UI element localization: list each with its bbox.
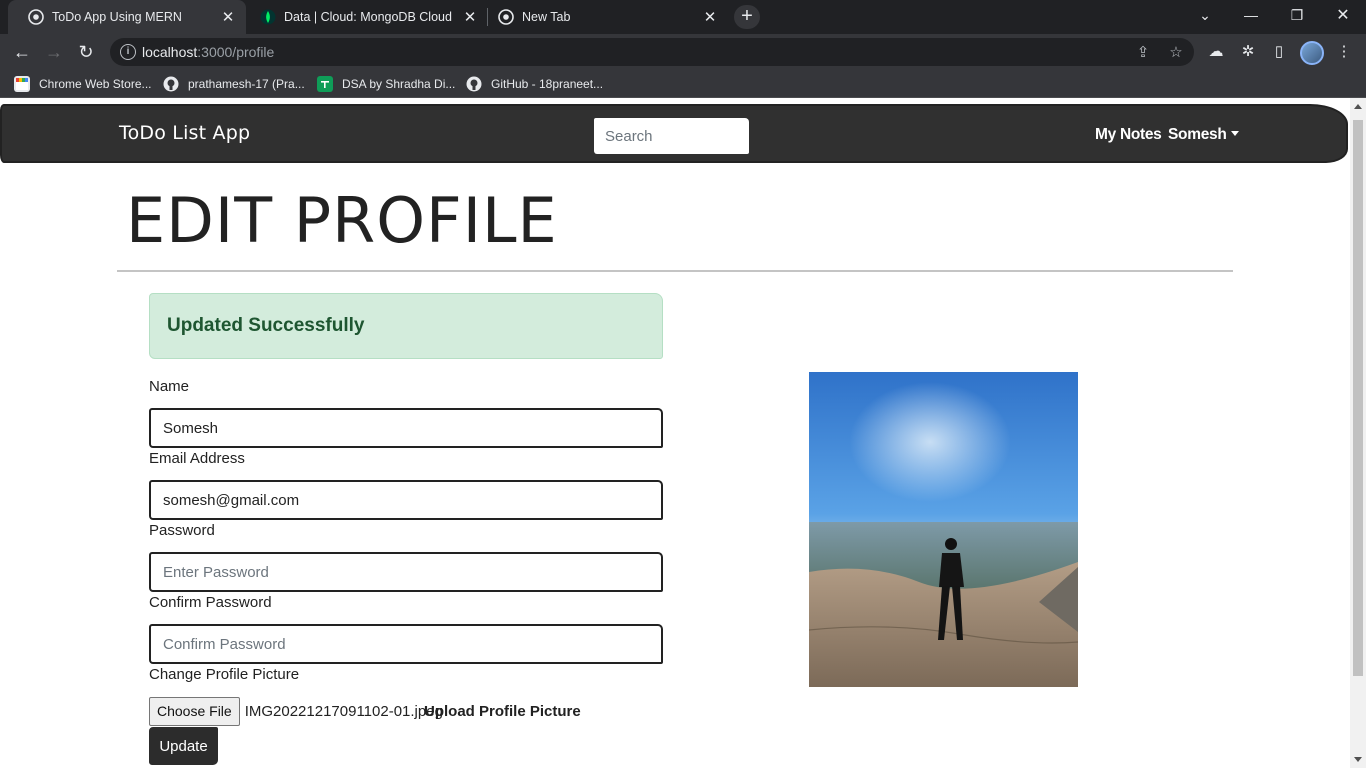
password-label: Password [149,522,215,539]
profile-picture [809,372,1078,687]
browser-tabstrip: ToDo App Using MERN ✕ Data | Cloud: Mong… [0,0,1366,34]
file-input: Choose File IMG20221217091102-01.jpeg [149,696,443,726]
close-icon[interactable]: ✕ [702,9,718,26]
success-alert: Updated Successfully [149,293,663,359]
user-menu-dropdown[interactable]: Somesh [1168,126,1239,144]
nav-my-notes[interactable]: My Notes [1095,126,1162,144]
alert-text: Updated Successfully [167,315,365,336]
page-scrollbar[interactable] [1350,98,1366,768]
menu-kebab-icon[interactable]: ⋮ [1334,42,1354,62]
reload-button[interactable]: ↻ [72,38,100,66]
password-input[interactable] [149,552,663,592]
close-icon[interactable]: ✕ [220,9,236,26]
side-panel-icon[interactable]: ▯ [1269,42,1289,62]
tab-title: Data | Cloud: MongoDB Cloud [284,10,452,24]
confirm-password-input[interactable] [149,624,663,664]
upload-profile-picture-label: Upload Profile Picture [424,703,581,720]
page-viewport: ToDo List App My Notes Somesh EDIT PROFI… [0,98,1350,768]
sheets-icon [317,76,333,92]
chrome-icon [498,9,514,25]
forward-button[interactable]: → [40,38,68,66]
minimize-button[interactable]: — [1228,0,1274,30]
email-input[interactable] [149,480,663,520]
profile-picture-label: Change Profile Picture [149,666,300,683]
update-button[interactable]: Update [149,727,218,765]
address-bar[interactable]: i localhost:3000/profile ⇪ ☆ [110,38,1194,66]
tab-title: New Tab [522,10,571,24]
extension-cloud-icon[interactable]: ☁ [1206,42,1226,62]
page-title: EDIT PROFILE [126,184,558,257]
confirm-password-label: Confirm Password [149,594,272,611]
scroll-up-arrow-icon[interactable] [1354,104,1362,109]
scrollbar-thumb[interactable] [1353,120,1363,676]
search-input[interactable] [594,118,749,154]
bookmark-star-icon[interactable]: ☆ [1167,44,1185,62]
bookmark-item[interactable]: GitHub - 18praneet... [466,75,603,93]
github-icon [466,76,482,92]
tab-todo-app[interactable]: ToDo App Using MERN ✕ [8,0,246,34]
tab-title: ToDo App Using MERN [52,10,182,24]
mongodb-leaf-icon [260,9,276,25]
url-text: localhost:3000/profile [142,44,275,60]
bookmark-item[interactable]: prathamesh-17 (Pra... [163,75,305,93]
profile-avatar[interactable] [1300,41,1324,65]
share-icon[interactable]: ⇪ [1134,44,1152,62]
close-window-button[interactable]: ✕ [1320,0,1366,30]
name-label: Name [149,378,190,395]
bookmarks-bar: Chrome Web Store... prathamesh-17 (Pra..… [0,70,1366,98]
chevron-down-icon [1230,131,1239,136]
chrome-web-store-icon [14,76,30,92]
navbar-brand[interactable]: ToDo List App [119,122,250,144]
bookmark-item[interactable]: Chrome Web Store... [14,75,152,93]
user-menu-label: Somesh [1168,126,1227,143]
site-info-icon[interactable]: i [120,44,136,60]
extensions-puzzle-icon[interactable]: ✲ [1238,42,1258,62]
bookmark-label: GitHub - 18praneet... [491,77,604,91]
email-label: Email Address [149,450,245,467]
close-icon[interactable]: ✕ [462,9,478,26]
tab-new-tab[interactable]: New Tab ✕ [488,0,728,34]
app-navbar: ToDo List App My Notes Somesh [0,104,1348,163]
chrome-icon [28,9,44,25]
bookmark-label: prathamesh-17 (Pra... [188,77,305,91]
tab-search-chevron-icon[interactable]: ⌄ [1182,0,1228,30]
browser-toolbar: ← → ↻ i localhost:3000/profile ⇪ ☆ ☁ ✲ ▯… [0,34,1366,70]
new-tab-button[interactable]: + [734,5,760,29]
tab-mongodb[interactable]: Data | Cloud: MongoDB Cloud ✕ [246,0,488,34]
bookmark-item[interactable]: DSA by Shradha Di... [317,75,455,93]
scroll-down-arrow-icon[interactable] [1354,757,1362,762]
github-icon [163,76,179,92]
choose-file-button[interactable]: Choose File [149,696,240,726]
bookmark-label: Chrome Web Store... [39,77,152,91]
back-button[interactable]: ← [8,38,36,66]
selected-file-name: IMG20221217091102-01.jpeg [244,702,443,720]
bookmark-label: DSA by Shradha Di... [342,77,456,91]
name-input[interactable] [149,408,663,448]
restore-button[interactable]: ❐ [1274,0,1320,30]
divider [117,270,1233,272]
